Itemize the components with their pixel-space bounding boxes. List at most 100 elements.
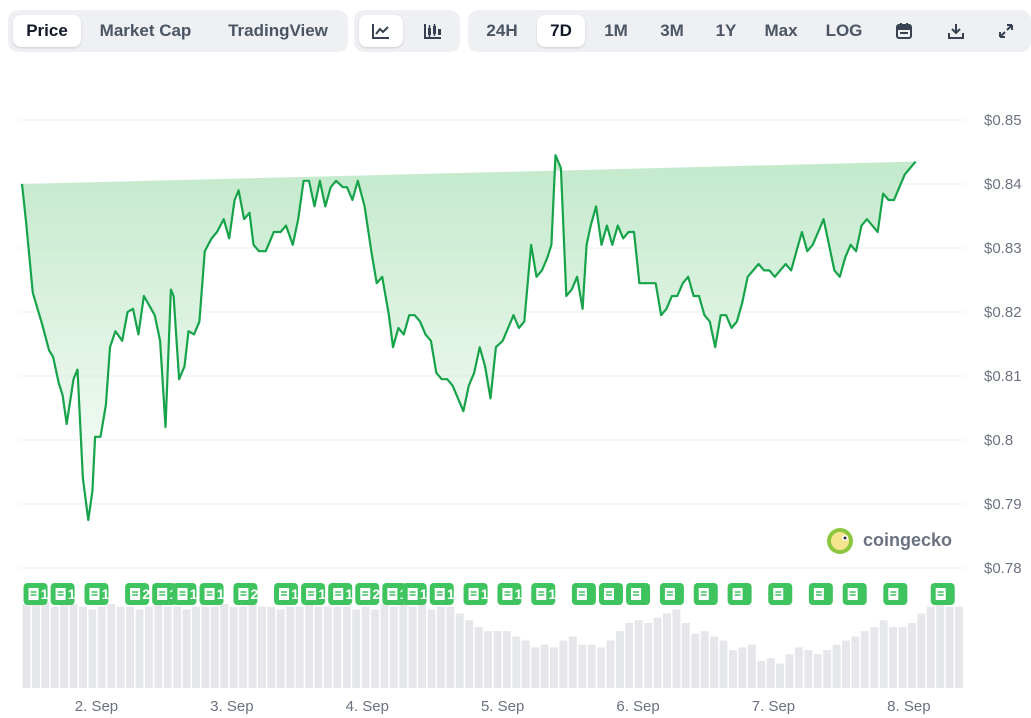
x-tick-label: 4. Sep	[346, 698, 389, 715]
volume-bar	[380, 604, 389, 688]
volume-bar	[371, 609, 379, 688]
volume-bar	[936, 604, 945, 688]
news-markers[interactable]: 111211121112111111	[23, 583, 955, 605]
volume-bar	[276, 609, 285, 688]
volume-bar	[813, 654, 822, 688]
news-marker[interactable]	[842, 583, 867, 605]
news-marker[interactable]	[883, 583, 908, 605]
news-marker[interactable]	[808, 583, 833, 605]
news-icon	[130, 588, 141, 600]
news-marker[interactable]: 1	[199, 583, 225, 605]
news-marker[interactable]: 1	[463, 583, 489, 605]
volume-bar	[163, 606, 172, 688]
volume-bar	[408, 606, 417, 688]
volume-bar	[578, 644, 587, 688]
coingecko-watermark: coingecko	[827, 528, 952, 554]
news-marker[interactable]: 1	[402, 583, 428, 605]
volume-bar	[860, 631, 869, 688]
news-marker[interactable]: 1	[531, 583, 556, 605]
news-marker[interactable]: 2	[355, 583, 380, 605]
volume-bar	[455, 613, 464, 688]
volume-bar	[50, 606, 59, 688]
news-icon	[177, 588, 188, 600]
volume-bar	[201, 606, 210, 688]
volume-bar	[644, 622, 653, 688]
volume-bar	[597, 647, 606, 688]
volume-bar	[436, 606, 445, 688]
volume-bar	[945, 606, 954, 688]
news-marker[interactable]: 2	[125, 583, 150, 605]
volume-bar	[757, 660, 766, 688]
volume-bar	[898, 627, 907, 688]
volume-bar	[144, 606, 153, 688]
news-count: 1	[68, 586, 76, 602]
volume-bar	[804, 650, 813, 688]
news-icon	[360, 588, 371, 600]
news-marker[interactable]: 2	[233, 583, 259, 605]
news-marker[interactable]: 1	[172, 583, 198, 605]
volume-bar	[333, 606, 342, 688]
news-count: 1	[190, 586, 198, 602]
news-marker[interactable]: 1	[429, 583, 455, 605]
volume-bar	[889, 627, 898, 688]
volume-bar	[672, 609, 681, 688]
volume-bar	[653, 617, 662, 688]
volume-bar	[559, 640, 568, 688]
news-icon	[536, 588, 547, 600]
volume-bar	[625, 622, 634, 688]
x-axis-ticks: 2. Sep 3. Sep 4. Sep 5. Sep 6. Sep 7. Sep 8. S…	[75, 698, 931, 715]
news-marker[interactable]	[571, 583, 596, 605]
news-marker[interactable]: 1	[274, 583, 299, 605]
news-marker[interactable]: 1	[50, 583, 76, 605]
volume-bar	[399, 604, 408, 688]
news-count: 2	[142, 586, 150, 602]
news-marker[interactable]: 1	[301, 583, 326, 605]
x-tick-label: 6. Sep	[616, 698, 659, 715]
volume-bar	[79, 606, 87, 688]
volume-bar	[154, 604, 163, 688]
news-marker[interactable]	[693, 583, 718, 605]
volume-bar	[832, 644, 841, 688]
price-chart[interactable]: $0.85$0.84$0.83$0.82$0.81$0.8$0.79$0.78 …	[0, 0, 1031, 718]
news-marker[interactable]: 1	[84, 583, 110, 605]
volume-bar	[615, 631, 624, 688]
volume-bar	[606, 640, 615, 688]
volume-bar	[794, 647, 803, 688]
volume-bar	[258, 606, 266, 688]
y-tick-label: $0.84	[984, 176, 1022, 193]
y-tick-label: $0.79	[984, 496, 1022, 513]
news-marker[interactable]	[768, 583, 793, 605]
news-marker[interactable]	[727, 583, 752, 605]
volume-bar	[305, 604, 314, 688]
volume-bar	[229, 606, 238, 688]
news-icon	[813, 588, 824, 600]
volume-bar	[465, 620, 474, 688]
news-icon	[387, 588, 398, 600]
news-icon	[935, 588, 946, 600]
volume-bar	[210, 606, 219, 688]
y-tick-label: $0.85	[984, 112, 1022, 129]
news-count: 1	[420, 586, 428, 602]
news-icon	[888, 588, 899, 600]
volume-bar	[540, 644, 549, 688]
volume-bar	[352, 609, 361, 688]
volume-bar	[700, 631, 709, 688]
volume-bar	[879, 620, 888, 688]
news-marker[interactable]	[659, 583, 684, 605]
volume-bar	[512, 636, 521, 688]
volume-bar	[116, 606, 125, 688]
volume-bar	[69, 604, 78, 688]
news-marker[interactable]	[930, 583, 955, 605]
news-marker[interactable]: 1	[23, 583, 49, 605]
volume-bar	[729, 650, 737, 688]
volume-bar	[710, 636, 719, 688]
news-marker[interactable]	[626, 583, 651, 605]
news-marker[interactable]: 1	[497, 583, 523, 605]
news-icon	[732, 588, 743, 600]
volume-bar	[493, 631, 502, 688]
news-icon	[698, 588, 709, 600]
news-marker[interactable]	[598, 583, 623, 605]
news-icon	[238, 588, 249, 600]
y-tick-label: $0.83	[984, 240, 1022, 257]
news-marker[interactable]: 1	[328, 583, 353, 605]
